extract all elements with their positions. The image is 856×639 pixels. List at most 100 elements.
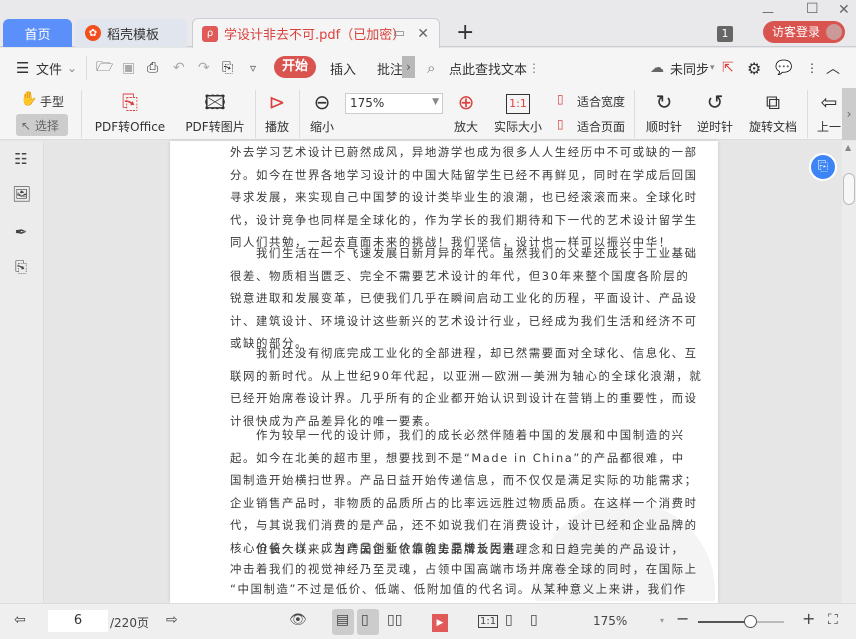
- page-current: 6: [73, 613, 83, 628]
- zoom-in-icon: ⊕: [457, 90, 475, 114]
- fit-page-icon: ▯: [557, 117, 564, 131]
- vertical-scrollbar[interactable]: ▲: [842, 141, 856, 603]
- text-line: 计、建筑设计、环境设计这些新兴的艺术设计行业，已经成为我们生活和经济不可: [230, 313, 698, 328]
- ribbon-scroll-right-button[interactable]: ›: [842, 88, 856, 140]
- outline-list-icon[interactable]: ☷: [12, 150, 30, 168]
- tab-home[interactable]: 首页: [3, 19, 72, 47]
- new-tab-button[interactable]: +: [456, 20, 474, 45]
- play-slideshow-icon[interactable]: ▶: [432, 614, 448, 632]
- guest-login-button[interactable]: 访客登录: [763, 21, 845, 43]
- more-icon[interactable]: ⋮: [806, 61, 818, 75]
- tab-count-badge[interactable]: 1: [717, 26, 733, 42]
- next-page-icon[interactable]: ⇨: [166, 612, 178, 628]
- tab-start[interactable]: 开始: [274, 56, 316, 78]
- sync-status[interactable]: 未同步: [670, 59, 709, 78]
- search-icon: ⌕: [427, 59, 436, 77]
- open-folder-icon[interactable]: 🗁: [96, 56, 113, 80]
- text-line: 冲击着我们的视觉神经乃至灵魂，占领中国高端市场并席卷全球的同时，在国际上: [230, 562, 698, 576]
- thumbnail-image-icon[interactable]: 🖼: [12, 185, 31, 203]
- maximize-button[interactable]: ☐: [806, 1, 819, 17]
- text-line: 作为较早一代的设计师，我们的成长必然伴随着中国的发展和中国制造的兴: [230, 428, 685, 442]
- eye-protection-icon[interactable]: 👁: [289, 612, 307, 628]
- floating-convert-button[interactable]: ⎘: [809, 153, 837, 181]
- single-page-button[interactable]: ▯: [357, 609, 379, 635]
- label: PDF转Office: [94, 120, 166, 134]
- previous-button[interactable]: ⇦ 上一: [816, 88, 842, 140]
- zoom-out-icon: ⊖: [313, 90, 331, 114]
- tab-insert[interactable]: 插入: [330, 59, 356, 78]
- rotate-clockwise-button[interactable]: ↻ 顺时针: [645, 88, 683, 140]
- close-window-button[interactable]: ✕: [838, 2, 850, 18]
- scrollbar-thumb[interactable]: [843, 173, 855, 205]
- text-line: 国制造开始横扫世界。产品日益开始传递信息，而不仅仅是满足实际的功能需求；: [230, 473, 698, 487]
- chevron-down-icon[interactable]: ⌄: [67, 61, 77, 75]
- tab-window-icon[interactable]: ▭: [393, 26, 405, 41]
- rotate-ccw-icon: ↺: [706, 90, 724, 114]
- zoom-in-button[interactable]: ⊕ 放大: [453, 88, 479, 140]
- hand-tool-button[interactable]: 手型: [40, 93, 64, 110]
- fit-page-icon[interactable]: ▯: [505, 612, 513, 628]
- tab-label: 学设计非去不可.pdf（已加密）: [224, 28, 406, 43]
- share-icon[interactable]: ⇱: [722, 60, 734, 76]
- zoom-slider[interactable]: [698, 615, 784, 628]
- continuous-page-button[interactable]: ▤: [332, 609, 354, 635]
- label: 顺时针: [645, 120, 682, 134]
- two-page-icon[interactable]: ▯▯: [387, 612, 402, 628]
- convert-word-icon[interactable]: ⎘: [12, 258, 30, 276]
- actual-size-button[interactable]: 1:1 实际大小: [494, 88, 542, 140]
- tab-annotate[interactable]: 批注: [377, 59, 403, 78]
- select-tool-button[interactable]: ↖ 选择: [16, 114, 68, 136]
- fit-page-button[interactable]: 适合页面: [577, 118, 625, 135]
- more-options-icon[interactable]: ⋮: [528, 61, 540, 75]
- zoom-level[interactable]: 175%: [593, 614, 627, 628]
- fit-width-icon[interactable]: ▯: [530, 612, 538, 628]
- fit-width-button[interactable]: 适合宽度: [577, 93, 625, 110]
- label: 实际大小: [494, 120, 543, 134]
- zoom-out-button[interactable]: −: [676, 609, 689, 628]
- text-line: 企业销售产品时，非物质的品质所占的比率远远胜过物质品质。在这样一个消费时: [230, 495, 698, 510]
- zoom-select[interactable]: 175% ▼: [345, 93, 443, 114]
- undo-icon[interactable]: ↶: [173, 60, 185, 76]
- settings-gear-icon[interactable]: ⚙: [747, 59, 761, 78]
- export-word-icon[interactable]: ⎘: [222, 60, 233, 76]
- minimize-button[interactable]: —: [762, 5, 774, 19]
- redo-icon[interactable]: ↷: [198, 60, 210, 76]
- scroll-up-icon[interactable]: ▲: [845, 143, 851, 152]
- collapse-ribbon-icon[interactable]: ︿: [826, 58, 840, 78]
- pdf-to-office-button[interactable]: ⎘ PDF转Office: [92, 88, 168, 140]
- tab-pdf-document[interactable]: ρ 学设计非去不可.pdf（已加密） ▭ ✕: [192, 18, 440, 48]
- zoom-slider-thumb[interactable]: [743, 615, 757, 628]
- signature-pen-icon[interactable]: ✒: [12, 223, 30, 241]
- scroll-tabs-right-button[interactable]: ›: [402, 56, 415, 78]
- label: PDF转图片: [185, 120, 245, 134]
- save-icon[interactable]: ▣: [122, 60, 135, 76]
- label: 缩小: [309, 120, 334, 134]
- pdf-to-office-icon: ⎘: [122, 90, 138, 114]
- zoom-out-button[interactable]: ⊖ 缩小: [309, 88, 335, 140]
- text-line: 很差、物质相当匮乏、完全不需要艺术设计的年代，但30年来整个国度各阶层的: [230, 268, 690, 283]
- page-number-input[interactable]: 6: [48, 610, 108, 632]
- file-menu[interactable]: 文件: [36, 59, 62, 78]
- rotate-counterclockwise-button[interactable]: ↺ 逆时针: [696, 88, 734, 140]
- rotate-document-button[interactable]: ⧉ 旋转文档: [748, 88, 798, 140]
- actual-size-icon[interactable]: 1:1: [478, 615, 499, 628]
- paragraph: 我们生活在一个飞速发展日新月异的年代。虽然我们的父辈还成长于工业基础 很差、物质相…: [230, 242, 698, 355]
- play-button[interactable]: ⊳ 播放: [264, 88, 290, 140]
- label: 上一: [816, 120, 841, 134]
- convert-icon: ⎘: [817, 159, 829, 174]
- more-dropdown-icon[interactable]: ▿: [250, 61, 256, 75]
- search-text-input[interactable]: 点此查找文本: [449, 59, 527, 78]
- fullscreen-icon[interactable]: ⛶: [828, 612, 838, 628]
- paragraph: 外去学习艺术设计已蔚然成风，异地游学也成为很多人人生经历中不可或缺的一部 分。如今…: [230, 141, 698, 254]
- zoom-dropdown-icon[interactable]: ▾: [660, 616, 664, 625]
- sync-dropdown-icon[interactable]: ▾: [710, 63, 715, 73]
- print-icon[interactable]: ⎙: [147, 60, 158, 76]
- hamburger-menu-icon[interactable]: ☰: [16, 59, 29, 77]
- tab-daoke-templates[interactable]: ✿ 稻壳模板: [75, 19, 187, 47]
- pdf-to-image-button[interactable]: 🖾 PDF转图片: [185, 88, 245, 140]
- zoom-in-button[interactable]: +: [802, 609, 815, 628]
- text-line: 代，设计竞争也同样是全球化的，作为学长的我们期待和下一代的艺术设计留学生: [230, 212, 698, 227]
- comment-icon[interactable]: 💬: [775, 60, 792, 76]
- tab-close-icon[interactable]: ✕: [417, 26, 429, 42]
- previous-page-icon[interactable]: ⇦: [14, 612, 26, 628]
